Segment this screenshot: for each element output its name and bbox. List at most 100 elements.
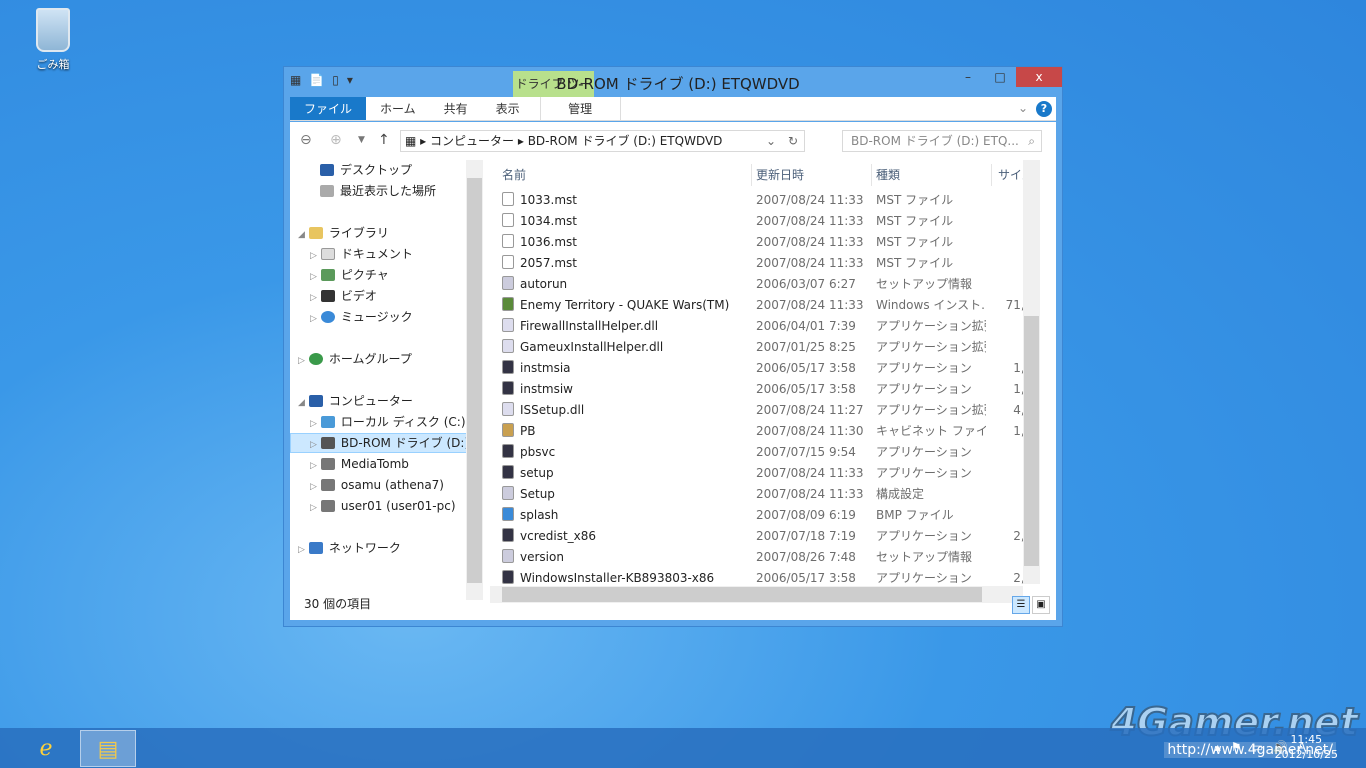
column-header-name[interactable]: 名前 — [490, 164, 752, 186]
file-name: splash — [520, 508, 559, 522]
drive-icon — [320, 437, 335, 449]
file-row[interactable]: instmsiw 2006/05/17 3:58 アプリケーション 1,78 — [490, 379, 1040, 400]
column-header-date[interactable]: 更新日時 — [752, 164, 872, 186]
expand-arrow-icon[interactable]: ▷ — [310, 251, 317, 261]
nav-pictures[interactable]: ▷ ピクチャ — [310, 265, 389, 285]
file-icon — [502, 234, 514, 248]
nav-bd-rom-drive[interactable]: ▷ BD-ROM ドライブ (D:) E — [290, 433, 480, 453]
file-type: MST ファイル — [876, 193, 954, 207]
expand-arrow-icon[interactable]: ▷ — [310, 503, 317, 513]
expanded-arrow-icon[interactable]: ◢ — [298, 230, 305, 240]
expand-arrow-icon[interactable]: ▷ — [310, 314, 317, 324]
close-button[interactable]: x — [1016, 67, 1062, 87]
expand-arrow-icon[interactable]: ▷ — [310, 272, 317, 282]
expand-arrow-icon[interactable]: ▷ — [310, 419, 317, 429]
expand-arrow-icon[interactable]: ▷ — [298, 545, 305, 555]
file-row[interactable]: autorun 2006/03/07 6:27 セットアップ情報 — [490, 274, 1040, 295]
list-vertical-scrollbar[interactable] — [1023, 160, 1040, 584]
cabinet-icon — [502, 423, 514, 437]
file-name: vcredist_x86 — [520, 529, 597, 543]
expand-arrow-icon[interactable]: ▷ — [310, 461, 317, 471]
nav-homegroup[interactable]: ▷ ホームグループ — [298, 349, 412, 369]
file-row[interactable]: PB 2007/08/24 11:30 キャビネット ファイル 1,89 — [490, 421, 1040, 442]
nav-network[interactable]: ▷ ネットワーク — [298, 538, 401, 558]
file-row[interactable]: vcredist_x86 2007/07/18 7:19 アプリケーション 2,… — [490, 526, 1040, 547]
tab-home[interactable]: ホーム — [366, 97, 430, 120]
recent-places-icon — [320, 185, 334, 197]
internet-explorer-button[interactable]: ℯ — [18, 730, 74, 767]
forward-button[interactable]: ⊕ — [330, 132, 342, 148]
file-row[interactable]: 1033.mst 2007/08/24 11:33 MST ファイル 1 — [490, 190, 1040, 211]
nav-scrollbar[interactable] — [466, 160, 483, 600]
file-row[interactable]: 1034.mst 2007/08/24 11:33 MST ファイル 3 — [490, 211, 1040, 232]
details-view-button[interactable]: ☰ — [1012, 596, 1030, 614]
file-row[interactable]: Enemy Territory - QUAKE Wars(TM) 2007/08… — [490, 295, 1040, 316]
videos-icon — [320, 290, 335, 302]
nav-label: BD-ROM ドライブ (D:) E — [340, 436, 480, 450]
nav-recent-places[interactable]: 最近表示した場所 — [320, 181, 436, 201]
file-row[interactable]: pbsvc 2007/07/15 9:54 アプリケーション 65 — [490, 442, 1040, 463]
window-title: BD-ROM ドライブ (D:) ETQWDVD — [556, 75, 800, 93]
column-header-type[interactable]: 種類 — [872, 164, 992, 186]
file-row[interactable]: version 2007/08/26 7:48 セットアップ情報 — [490, 547, 1040, 568]
file-name: instmsia — [520, 361, 571, 375]
maximize-button[interactable]: □ — [984, 67, 1016, 87]
nav-osamu[interactable]: ▷ osamu (athena7) — [310, 475, 444, 495]
file-row[interactable]: ISSetup.dll 2007/08/24 11:27 アプリケーション拡張 … — [490, 400, 1040, 421]
expand-ribbon-icon[interactable]: ⌄ — [1018, 101, 1028, 115]
back-button[interactable]: ⊖ — [300, 132, 312, 148]
large-icons-view-button[interactable]: ▣ — [1032, 596, 1050, 614]
scroll-thumb[interactable] — [502, 587, 982, 602]
breadcrumb-computer[interactable]: コンピューター — [430, 134, 514, 148]
minimize-button[interactable]: – — [952, 67, 984, 87]
file-row[interactable]: FirewallInstallHelper.dll 2006/04/01 7:3… — [490, 316, 1040, 337]
up-button[interactable]: ↑ — [378, 132, 390, 148]
file-row[interactable]: instmsia 2006/05/17 3:58 アプリケーション 1,66 — [490, 358, 1040, 379]
settings-file-icon — [502, 486, 514, 500]
recent-locations-icon[interactable]: ▼ — [358, 135, 365, 145]
nav-computer[interactable]: ◢ コンピューター — [298, 391, 413, 411]
nav-mediatomb[interactable]: ▷ MediaTomb — [310, 454, 409, 474]
file-type: アプリケーション — [876, 361, 972, 375]
nav-desktop[interactable]: デスクトップ — [320, 160, 412, 180]
file-date: 2007/08/24 11:33 — [756, 214, 864, 228]
recycle-bin[interactable]: ごみ箱 — [26, 8, 80, 72]
tab-file[interactable]: ファイル — [290, 97, 367, 120]
file-row[interactable]: setup 2007/08/24 11:33 アプリケーション 31 — [490, 463, 1040, 484]
expand-arrow-icon[interactable]: ▷ — [310, 482, 317, 492]
help-button[interactable]: ? — [1036, 101, 1052, 117]
scroll-thumb[interactable] — [1024, 316, 1039, 566]
file-row[interactable]: Setup 2007/08/24 11:33 構成設定 — [490, 484, 1040, 505]
tab-view[interactable]: 表示 — [482, 97, 534, 120]
file-row[interactable]: splash 2007/08/09 6:19 BMP ファイル 58 — [490, 505, 1040, 526]
refresh-icon[interactable]: ↻ — [788, 131, 798, 151]
expand-arrow-icon[interactable]: ▷ — [310, 293, 317, 303]
expanded-arrow-icon[interactable]: ◢ — [298, 398, 305, 408]
address-dropdown-icon[interactable]: ⌄ — [766, 131, 776, 151]
expand-arrow-icon[interactable]: ▷ — [298, 356, 305, 366]
file-row[interactable]: 1036.mst 2007/08/24 11:33 MST ファイル 3 — [490, 232, 1040, 253]
nav-videos[interactable]: ▷ ビデオ — [310, 286, 377, 306]
file-icon — [502, 255, 514, 269]
title-bar[interactable]: ▦ 📄 ▯ ▾ ドライブ ツール BD-ROM ドライブ (D:) ETQWDV… — [284, 67, 1062, 117]
scroll-thumb[interactable] — [467, 178, 482, 583]
file-row[interactable]: GameuxInstallHelper.dll 2007/01/25 8:25 … — [490, 337, 1040, 358]
search-input[interactable]: BD-ROM ドライブ (D:) ETQ... ⌕ — [842, 130, 1042, 152]
tab-share[interactable]: 共有 — [430, 97, 482, 120]
tab-manage[interactable]: 管理 — [539, 97, 621, 120]
file-row[interactable]: WindowsInstaller-KB893803-x86 2006/05/17… — [490, 568, 1040, 584]
app-icon — [502, 528, 514, 542]
nav-music[interactable]: ▷ ミュージック — [310, 307, 413, 327]
file-date: 2006/04/01 7:39 — [756, 319, 856, 333]
file-row[interactable]: 2057.mst 2007/08/24 11:33 MST ファイル — [490, 253, 1040, 274]
nav-documents[interactable]: ▷ ドキュメント — [310, 244, 413, 264]
file-explorer-button[interactable]: ▤ — [80, 730, 136, 767]
nav-libraries[interactable]: ◢ ライブラリ — [298, 223, 389, 243]
file-date: 2007/07/18 7:19 — [756, 529, 856, 543]
list-horizontal-scrollbar[interactable] — [490, 586, 1023, 603]
breadcrumb-drive[interactable]: BD-ROM ドライブ (D:) ETQWDVD — [528, 134, 723, 148]
address-bar[interactable]: ▦ ▸ コンピューター ▸ BD-ROM ドライブ (D:) ETQWDVD ⌄… — [400, 130, 805, 152]
nav-local-disk[interactable]: ▷ ローカル ディスク (C:) — [310, 412, 466, 432]
nav-user01[interactable]: ▷ user01 (user01-pc) — [310, 496, 456, 516]
expand-arrow-icon[interactable]: ▷ — [310, 440, 317, 450]
